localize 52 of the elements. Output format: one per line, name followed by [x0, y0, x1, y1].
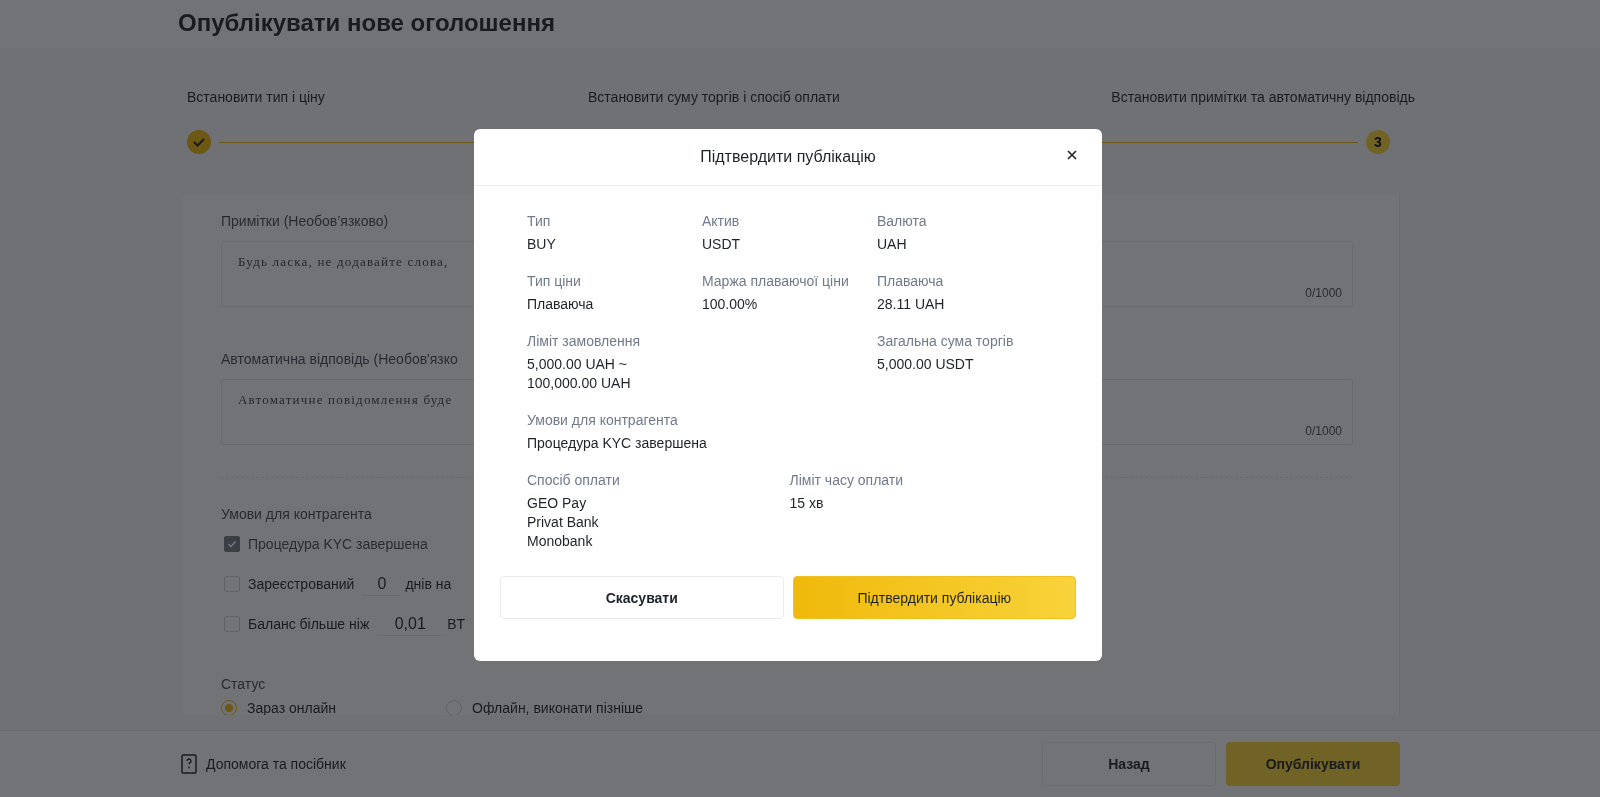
detail-label: Тип [527, 212, 551, 231]
detail-label: Умови для контрагента [527, 411, 678, 430]
detail-value: UAH [877, 235, 907, 254]
detail-label: Валюта [877, 212, 927, 231]
character-counter: 0/1000 [1305, 286, 1342, 300]
detail-value: Monobank [527, 532, 593, 551]
detail-value: Процедура KYC завершена [527, 434, 707, 453]
close-icon[interactable] [1066, 149, 1078, 161]
detail-label: Тип ціни [527, 272, 581, 291]
step-number: 3 [1366, 130, 1390, 154]
detail-value: BUY [527, 235, 556, 254]
detail-label: Плаваюча [877, 272, 944, 291]
radio-label: Офлайн, виконати пізніше [472, 700, 643, 715]
detail-value: 15 хв [789, 494, 824, 513]
detail-label: Ліміт замовлення [527, 332, 641, 351]
detail-label: Загальна сума торгів [877, 332, 1014, 351]
section-label: Статус [221, 675, 266, 694]
help-link[interactable]: Допомога та посібник [206, 756, 346, 772]
detail-label: Спосіб оплати [527, 471, 620, 490]
number-field[interactable]: 0 [362, 572, 402, 596]
detail-value: 100.00% [702, 295, 758, 314]
radio-label: Зараз онлайн [247, 700, 336, 715]
detail-value: 5,000.00 USDT [877, 355, 974, 374]
number-field[interactable]: 0,01 [377, 612, 444, 636]
detail-value: USDT [702, 235, 741, 254]
publish-button[interactable]: Опублікувати [1226, 742, 1400, 786]
checkbox-label: Баланс більше ніж [248, 616, 370, 632]
detail-label: Маржа плаваючої ціни [702, 272, 849, 291]
unit-label: днів на [405, 576, 452, 592]
unit-label: BT [447, 616, 466, 632]
section-label: Умови для контрагента [221, 505, 372, 524]
step-label: Встановити суму торгів і спосіб оплати [588, 88, 841, 107]
detail-label: Ліміт часу оплати [789, 471, 904, 490]
check-icon [227, 539, 237, 549]
confirm-button[interactable]: Підтвердити публікацію [792, 576, 1076, 619]
detail-value: GEO Pay [527, 494, 587, 513]
step-label: Встановити тип і ціну [187, 88, 326, 107]
help-guide-icon [180, 754, 198, 774]
detail-value: 28.11 UAH [877, 295, 945, 314]
field-label: Автоматична відповідь (Необов'язко [221, 350, 458, 369]
dialog-title: Підтвердити публікацію [700, 148, 876, 166]
detail-value: Плаваюча [527, 295, 594, 314]
character-counter: 0/1000 [1305, 424, 1342, 438]
detail-value: 5,000.00 UAH ~ 100,000.00 UAH [527, 355, 632, 393]
checkbox-label: Процедура KYC завершена [248, 536, 428, 552]
detail-label: Актив [702, 212, 740, 231]
checkbox-label: Зареєстрований [248, 576, 355, 592]
detail-value: Privat Bank [527, 513, 599, 532]
step-label: Встановити примітки та автоматичну відповідь [1111, 88, 1415, 107]
field-label: Примітки (Необов’язково) [221, 212, 389, 231]
back-button[interactable]: Назад [1042, 742, 1216, 786]
cancel-button[interactable]: Скасувати [500, 576, 784, 619]
